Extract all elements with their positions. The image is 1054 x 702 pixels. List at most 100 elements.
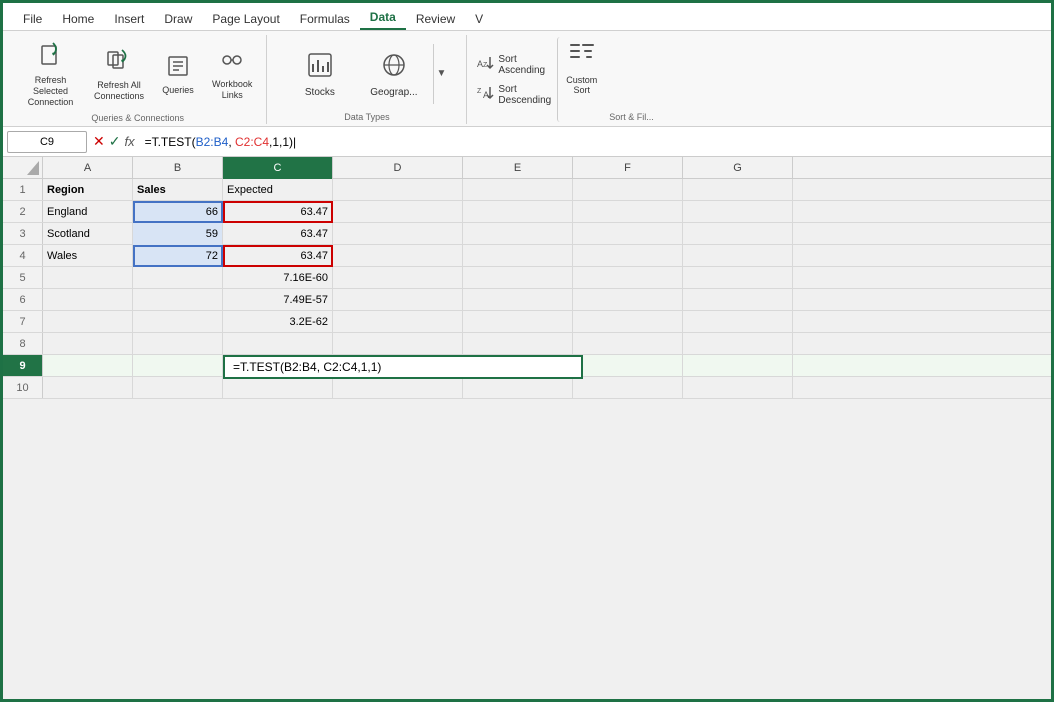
sort-ascending-btn[interactable]: A Z Sort Ascending <box>475 53 553 77</box>
cell-G6[interactable] <box>683 289 793 311</box>
cell-C2[interactable]: 63.47 <box>223 201 333 223</box>
col-header-C[interactable]: C <box>223 157 333 179</box>
cell-E7[interactable] <box>463 311 573 333</box>
sort-descending-btn[interactable]: Z A Sort Descending <box>475 83 553 107</box>
cell-C1[interactable]: Expected <box>223 179 333 201</box>
cell-A10[interactable] <box>43 377 133 399</box>
cell-E1[interactable] <box>463 179 573 201</box>
cell-D6[interactable] <box>333 289 463 311</box>
refresh-selected-btn[interactable]: Refresh SelectedConnection <box>17 37 84 111</box>
cell-D4[interactable] <box>333 245 463 267</box>
cell-B9[interactable] <box>133 355 223 377</box>
cell-A4[interactable]: Wales <box>43 245 133 267</box>
cell-C10[interactable] <box>223 377 333 399</box>
col-header-B[interactable]: B <box>133 157 223 179</box>
queries-btn[interactable]: Queries <box>154 49 202 100</box>
datatypes-expand-btn[interactable]: ▼ <box>433 44 449 104</box>
cell-A8[interactable] <box>43 333 133 355</box>
formula-content[interactable]: =T.TEST(B2:B4, C2:C4,1,1)| <box>141 135 1047 149</box>
menu-data[interactable]: Data <box>360 6 406 30</box>
cell-G8[interactable] <box>683 333 793 355</box>
col-header-G[interactable]: G <box>683 157 793 179</box>
cell-A6[interactable] <box>43 289 133 311</box>
cell-D1[interactable] <box>333 179 463 201</box>
cell-B4[interactable]: 72 <box>133 245 223 267</box>
cell-B10[interactable] <box>133 377 223 399</box>
cell-B2[interactable]: 66 <box>133 201 223 223</box>
cell-F10[interactable] <box>573 377 683 399</box>
cell-F2[interactable] <box>573 201 683 223</box>
menu-home[interactable]: Home <box>52 8 104 30</box>
cell-F4[interactable] <box>573 245 683 267</box>
cell-E10[interactable] <box>463 377 573 399</box>
cell-F7[interactable] <box>573 311 683 333</box>
cell-E6[interactable] <box>463 289 573 311</box>
cell-F8[interactable] <box>573 333 683 355</box>
cell-E5[interactable] <box>463 267 573 289</box>
col-header-F[interactable]: F <box>573 157 683 179</box>
cell-C9[interactable]: =T.TEST(B2:B4, C2:C4,1,1) <box>223 355 333 377</box>
cell-B3[interactable]: 59 <box>133 223 223 245</box>
cancel-edit-icon[interactable]: ✕ <box>93 133 105 150</box>
cell-C8[interactable] <box>223 333 333 355</box>
cell-D5[interactable] <box>333 267 463 289</box>
workbook-links-btn[interactable]: WorkbookLinks <box>206 43 258 105</box>
cell-A1[interactable]: Region <box>43 179 133 201</box>
cell-B1[interactable]: Sales <box>133 179 223 201</box>
cell-D7[interactable] <box>333 311 463 333</box>
cell-G2[interactable] <box>683 201 793 223</box>
cell-E2[interactable] <box>463 201 573 223</box>
col-header-D[interactable]: D <box>333 157 463 179</box>
cell-D8[interactable] <box>333 333 463 355</box>
geography-btn[interactable]: Geograp... <box>359 46 429 102</box>
menu-draw[interactable]: Draw <box>154 8 202 30</box>
cell-D10[interactable] <box>333 377 463 399</box>
cell-A7[interactable] <box>43 311 133 333</box>
cell-C5[interactable]: 7.16E-60 <box>223 267 333 289</box>
menu-formulas[interactable]: Formulas <box>290 8 360 30</box>
stocks-btn[interactable]: Stocks <box>285 46 355 102</box>
cell-A2[interactable]: England <box>43 201 133 223</box>
cell-G3[interactable] <box>683 223 793 245</box>
menu-insert[interactable]: Insert <box>104 8 154 30</box>
cell-F6[interactable] <box>573 289 683 311</box>
cell-G7[interactable] <box>683 311 793 333</box>
cell-A3[interactable]: Scotland <box>43 223 133 245</box>
cell-C6[interactable]: 7.49E-57 <box>223 289 333 311</box>
menu-file[interactable]: File <box>13 8 52 30</box>
menu-more[interactable]: V <box>465 8 493 30</box>
cell-A9[interactable] <box>43 355 133 377</box>
cell-C3[interactable]: 63.47 <box>223 223 333 245</box>
cell-C7[interactable]: 3.2E-62 <box>223 311 333 333</box>
cell-F3[interactable] <box>573 223 683 245</box>
cell-G9[interactable] <box>683 355 793 377</box>
col-header-A[interactable]: A <box>43 157 133 179</box>
cell-A5[interactable] <box>43 267 133 289</box>
menu-review[interactable]: Review <box>406 8 465 30</box>
cell-G1[interactable] <box>683 179 793 201</box>
cell-B8[interactable] <box>133 333 223 355</box>
cell-G10[interactable] <box>683 377 793 399</box>
cell-G5[interactable] <box>683 267 793 289</box>
cell-reference-input[interactable] <box>7 131 87 153</box>
cell-D3[interactable] <box>333 223 463 245</box>
confirm-edit-icon[interactable]: ✓ <box>109 133 121 150</box>
cell-F1[interactable] <box>573 179 683 201</box>
cell-E4[interactable] <box>463 245 573 267</box>
refresh-all-btn[interactable]: Refresh AllConnections <box>88 42 150 106</box>
cell-F5[interactable] <box>573 267 683 289</box>
col-header-E[interactable]: E <box>463 157 573 179</box>
cell-G4[interactable] <box>683 245 793 267</box>
cell-B6[interactable] <box>133 289 223 311</box>
menu-page-layout[interactable]: Page Layout <box>202 8 289 30</box>
insert-function-icon[interactable]: fx <box>124 134 134 149</box>
cell-C4[interactable]: 63.47 <box>223 245 333 267</box>
row-num-6: 6 <box>3 289 43 310</box>
custom-sort-btn[interactable]: CustomSort <box>557 37 605 122</box>
cell-D2[interactable] <box>333 201 463 223</box>
cell-E3[interactable] <box>463 223 573 245</box>
cell-F9[interactable] <box>573 355 683 377</box>
cell-B5[interactable] <box>133 267 223 289</box>
cell-E8[interactable] <box>463 333 573 355</box>
cell-B7[interactable] <box>133 311 223 333</box>
